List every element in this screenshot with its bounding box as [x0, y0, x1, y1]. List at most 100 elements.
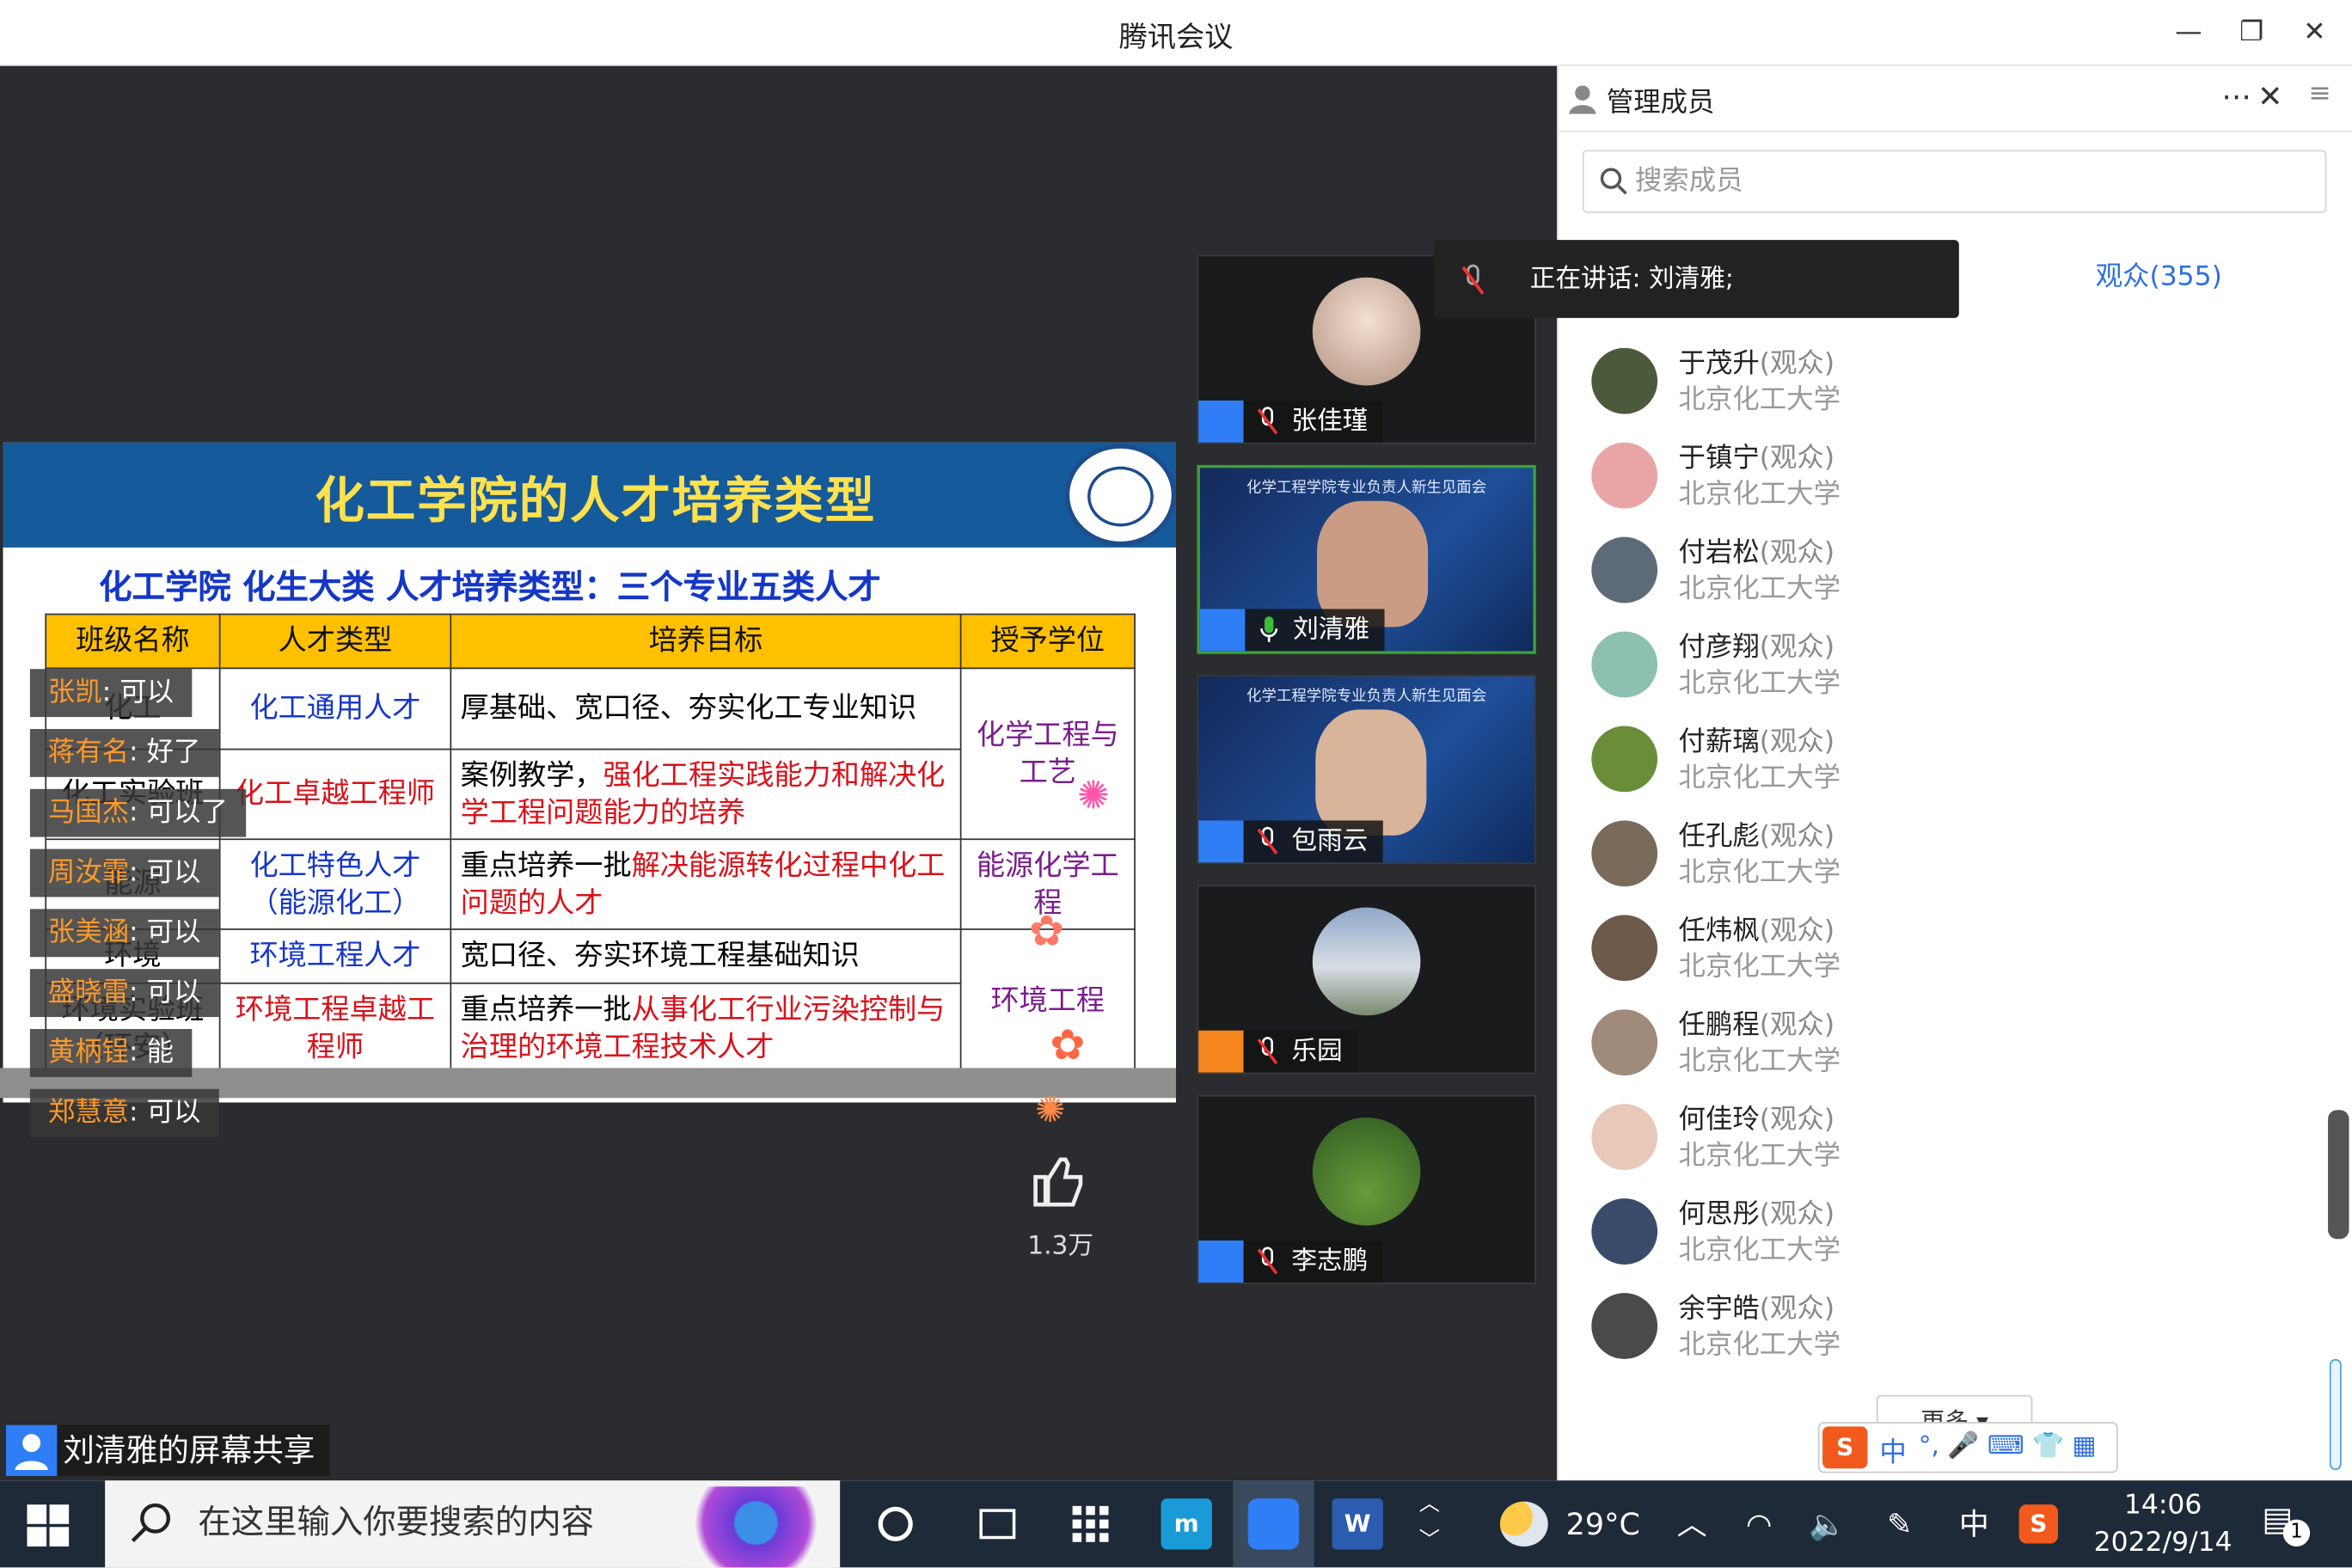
member-name: 任孔彪(观众): [1678, 820, 1835, 853]
video-tile[interactable]: 化学工程学院专业负责人新生见面会 包雨云: [1197, 675, 1536, 865]
search-globe-icon: [681, 1486, 831, 1568]
user-icon: [1198, 1030, 1244, 1073]
member-item[interactable]: 何思彤(观众) 北京化工大学: [1591, 1190, 2282, 1280]
user-icon: [1198, 820, 1244, 863]
member-org: 北京化工大学: [1678, 951, 1841, 983]
mic-muted-icon: [1257, 407, 1278, 435]
chat-bubble: 黄柄锃: 能: [29, 1029, 192, 1077]
volume-icon[interactable]: 🔈: [1809, 1480, 1846, 1567]
video-tile[interactable]: 李志鹏: [1197, 1094, 1536, 1284]
ime-toolbar[interactable]: S 中 °, 🎤 ⌨ 👕 ▦: [1817, 1422, 2118, 1473]
wifi-icon[interactable]: ◠: [1746, 1480, 1772, 1567]
slide-title: 化工学院的人才培养类型: [315, 470, 877, 530]
weather-icon: [1499, 1501, 1548, 1547]
more-icon[interactable]: ⋯: [2221, 78, 2251, 114]
video-tile[interactable]: 乐园: [1197, 885, 1536, 1075]
chat-bubble: 马国杰: 可以了: [29, 788, 246, 837]
member-item[interactable]: 于镇宁(观众) 北京化工大学: [1591, 433, 2282, 524]
windows-start-icon[interactable]: [27, 1504, 70, 1547]
avatar: [1591, 915, 1658, 982]
menu-icon[interactable]: ≡: [2308, 78, 2331, 110]
tencent-meeting-icon[interactable]: [1233, 1480, 1314, 1568]
member-org: 北京化工大学: [1678, 667, 1841, 700]
sogou-tray-icon[interactable]: S: [2018, 1504, 2058, 1544]
close-panel-icon[interactable]: ✕: [2257, 78, 2282, 114]
member-search-input[interactable]: 搜索成员: [1582, 150, 2327, 213]
university-logo: [1064, 444, 1176, 547]
chat-bubble: 张美涵: 可以: [29, 909, 219, 958]
member-name: 付彦翔(观众): [1678, 631, 1835, 664]
member-org: 北京化工大学: [1678, 1328, 1841, 1361]
search-icon: [1600, 168, 1627, 195]
video-tile[interactable]: 化学工程学院专业负责人新生见面会 刘清雅: [1197, 464, 1536, 654]
member-item[interactable]: 付岩松(观众) 北京化工大学: [1591, 528, 2282, 618]
goal-cell: 重点培养一批从事化工行业污染控制与治理的环境工程技术人才: [450, 982, 962, 1075]
member-org: 北京化工大学: [1678, 856, 1841, 888]
mic-active-icon: [1260, 616, 1278, 642]
avatar: [1591, 1009, 1658, 1076]
pen-icon[interactable]: ✎: [1887, 1480, 1912, 1567]
minimize-icon[interactable]: —: [2166, 12, 2211, 54]
flower-icon: ✿: [1050, 1020, 1086, 1070]
volume-slider[interactable]: [2328, 1110, 2349, 1240]
type-cell: 化工卓越工程师: [218, 748, 452, 841]
member-item[interactable]: 余宇皓(观众) 北京化工大学: [1591, 1284, 2282, 1375]
participant-video: [1317, 500, 1429, 628]
apps-grid-icon[interactable]: [1053, 1480, 1128, 1567]
clock[interactable]: 14:06 2022/9/14: [2088, 1486, 2238, 1561]
temperature[interactable]: 29°C: [1566, 1480, 1640, 1567]
scrollbar[interactable]: [2329, 1358, 2342, 1470]
flower-icon: ✿: [1029, 905, 1064, 956]
chat-bubble: 周汝霏: 可以: [29, 848, 219, 897]
member-item[interactable]: 何佳玲(观众) 北京化工大学: [1591, 1095, 2282, 1185]
participant-name: 刘清雅: [1293, 615, 1370, 646]
like-count: 1.3万: [1027, 1231, 1094, 1262]
slide-subtitle: 化工学院 化生大类 人才培养类型：三个专业五类人才: [99, 570, 881, 608]
avatar: [1312, 907, 1421, 1016]
input-language[interactable]: 中: [1959, 1480, 1989, 1567]
member-item[interactable]: 付彦翔(观众) 北京化工大学: [1591, 622, 2282, 713]
search-icon: [131, 1503, 171, 1542]
mic-muted-icon: [1461, 264, 1485, 295]
sogou-icon: S: [1822, 1426, 1868, 1469]
member-name: 任鹏程(观众): [1678, 1009, 1835, 1041]
avatar: [1591, 536, 1658, 603]
word-icon[interactable]: W: [1320, 1480, 1395, 1567]
member-item[interactable]: 于茂升(观众) 北京化工大学: [1591, 339, 2282, 429]
avatar: [1591, 347, 1658, 414]
member-item[interactable]: 付薪璃(观众) 北京化工大学: [1591, 717, 2282, 807]
avatar: [1591, 1293, 1658, 1359]
avatar: [1312, 277, 1421, 386]
task-view-icon[interactable]: [960, 1480, 1035, 1567]
member-item[interactable]: 任炜枫(观众) 北京化工大学: [1591, 906, 2282, 996]
member-name: 于镇宁(观众): [1678, 442, 1835, 475]
scroll-arrows-icon[interactable]: ︿ ﹀: [1416, 1486, 1442, 1561]
type-cell: 化工特色人才（能源化工）: [218, 838, 452, 930]
avatar: [1591, 820, 1658, 887]
like-button[interactable]: 1.3万: [1026, 1152, 1095, 1261]
type-cell: 化工通用人才: [218, 667, 452, 750]
goal-cell: 厚基础、宽口径、夯实化工专业知识: [450, 667, 962, 750]
member-name: 何佳玲(观众): [1678, 1104, 1835, 1136]
show-hidden-icon[interactable]: ︿: [1677, 1480, 1707, 1567]
chat-bubble: 盛晓雷: 可以: [29, 969, 219, 1018]
app-icon-m[interactable]: m: [1149, 1480, 1224, 1567]
member-item[interactable]: 任鹏程(观众) 北京化工大学: [1591, 1001, 2282, 1091]
participant-name: 包雨云: [1291, 826, 1369, 857]
title-bar: 腾讯会议 — ❐ ✕: [0, 0, 2352, 66]
restore-icon[interactable]: ❐: [2229, 12, 2274, 54]
participant-name: 李志鹏: [1291, 1246, 1369, 1277]
video-title: 化学工程学院专业负责人新生见面会: [1246, 688, 1487, 706]
avatar: [1591, 1104, 1658, 1171]
taskbar-search-input[interactable]: 在这里输入你要搜索的内容: [105, 1480, 841, 1568]
cortana-icon[interactable]: [858, 1480, 933, 1567]
member-item[interactable]: 任孔彪(观众) 北京化工大学: [1591, 812, 2282, 902]
notification-icon[interactable]: ▤ 1: [2262, 1502, 2316, 1547]
user-icon: [1198, 1240, 1244, 1283]
tab-audience[interactable]: 观众(355): [2096, 255, 2222, 294]
close-icon[interactable]: ✕: [2292, 12, 2337, 54]
panel-title: 管理成员: [1606, 87, 1715, 119]
type-cell: 环境工程卓越工程师: [218, 982, 452, 1075]
avatar: [1312, 1117, 1421, 1226]
video-title: 化学工程学院专业负责人新生见面会: [1246, 480, 1487, 497]
